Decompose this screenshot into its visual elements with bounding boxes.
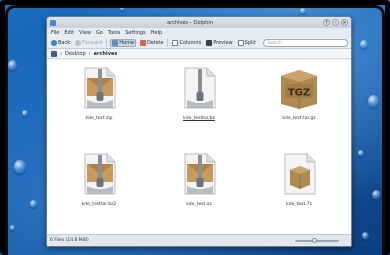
menu-help[interactable]: Help bbox=[151, 30, 162, 36]
water-drop bbox=[358, 150, 364, 157]
water-drop bbox=[30, 200, 37, 208]
toolbar-separator bbox=[167, 38, 169, 47]
columns-button[interactable]: Columns bbox=[171, 39, 202, 46]
zoom-slider[interactable] bbox=[295, 238, 339, 243]
water-drop bbox=[10, 225, 15, 231]
title-bar[interactable]: archives – Dolphin ? – × bbox=[47, 17, 351, 28]
status-bar: 6 Files (14,8 MiB) bbox=[47, 234, 351, 246]
split-label: Split bbox=[244, 39, 256, 46]
zipper-archive-icon bbox=[184, 153, 216, 195]
file-view[interactable]: kde_test.zip kde_testtar.bz TGZ kde_test… bbox=[47, 60, 351, 236]
file-name: kde_testtar.bz2 bbox=[81, 202, 117, 207]
close-button[interactable]: × bbox=[341, 19, 348, 26]
back-arrow-icon bbox=[51, 39, 57, 46]
toolbar-separator bbox=[106, 38, 108, 47]
water-drop bbox=[300, 8, 306, 14]
home-icon bbox=[112, 39, 119, 46]
delete-label: Delete bbox=[147, 39, 164, 46]
breadcrumb: › Desktop › archives bbox=[47, 49, 351, 59]
file-item[interactable]: kde_test.7z bbox=[269, 152, 329, 207]
file-name: kde_test.tar.gz bbox=[282, 116, 316, 121]
search-input[interactable]: Search bbox=[262, 38, 348, 47]
dolphin-window: archives – Dolphin ? – × File Edit View … bbox=[46, 16, 352, 247]
file-item[interactable]: kde_test.zip bbox=[69, 66, 129, 121]
zipper-archive-icon bbox=[84, 67, 116, 109]
breadcrumb-separator: › bbox=[88, 50, 91, 57]
split-button[interactable]: Split bbox=[237, 39, 257, 46]
preview-icon bbox=[206, 39, 213, 46]
menu-go[interactable]: Go bbox=[96, 30, 103, 36]
home-button[interactable]: Home bbox=[110, 38, 137, 47]
zipper-archive-icon bbox=[84, 153, 116, 195]
menu-tools[interactable]: Tools bbox=[108, 30, 120, 36]
zipper-archive-icon bbox=[184, 67, 216, 109]
menu-edit[interactable]: Edit bbox=[64, 30, 74, 36]
preview-button[interactable]: Preview bbox=[205, 39, 233, 46]
file-name: kde_test.xz bbox=[186, 202, 212, 207]
water-drop bbox=[372, 190, 381, 200]
zoom-slider-handle[interactable] bbox=[312, 238, 318, 243]
tgz-badge: TGZ bbox=[288, 88, 310, 99]
toolbar: Back Forward Home Delete Columns Preview… bbox=[47, 37, 351, 49]
file-name: kde_testtar.bz bbox=[183, 116, 215, 121]
breadcrumb-back-icon[interactable] bbox=[51, 50, 57, 57]
breadcrumb-separator: › bbox=[60, 50, 62, 57]
back-button[interactable]: Back bbox=[50, 39, 71, 46]
delete-button[interactable]: Delete bbox=[139, 39, 164, 46]
back-label: Back bbox=[58, 39, 71, 46]
water-drop bbox=[14, 160, 26, 174]
file-name: kde_test.7z bbox=[286, 202, 312, 207]
forward-arrow-icon bbox=[75, 39, 82, 46]
breadcrumb-archives[interactable]: archives bbox=[94, 51, 118, 57]
water-drop bbox=[368, 95, 379, 108]
box-file-icon bbox=[284, 153, 316, 195]
menu-view[interactable]: View bbox=[79, 30, 91, 36]
water-drop bbox=[360, 40, 368, 49]
status-text: 6 Files (14,8 MiB) bbox=[50, 238, 89, 243]
menu-bar: File Edit View Go Tools Settings Help bbox=[47, 28, 351, 37]
file-item[interactable]: kde_testtar.bz bbox=[169, 66, 229, 121]
delete-icon bbox=[140, 39, 147, 46]
help-button[interactable]: ? bbox=[323, 19, 330, 26]
menu-settings[interactable]: Settings bbox=[125, 30, 146, 36]
file-name: kde_test.zip bbox=[85, 116, 113, 121]
water-drop bbox=[8, 60, 17, 71]
split-icon bbox=[237, 39, 244, 46]
menu-file[interactable]: File bbox=[51, 30, 59, 36]
minimize-button[interactable]: – bbox=[332, 19, 339, 26]
breadcrumb-desktop[interactable]: Desktop bbox=[65, 51, 86, 57]
water-drop bbox=[120, 6, 125, 11]
preview-label: Preview bbox=[213, 39, 233, 46]
water-drop bbox=[22, 110, 28, 117]
file-item[interactable]: TGZ kde_test.tar.gz bbox=[269, 66, 329, 121]
columns-icon bbox=[172, 39, 179, 46]
home-label: Home bbox=[119, 39, 135, 46]
tgz-box-icon: TGZ bbox=[281, 70, 317, 109]
file-item[interactable]: kde_test.xz bbox=[169, 152, 229, 207]
file-item[interactable]: kde_testtar.bz2 bbox=[69, 152, 129, 207]
forward-label: Forward bbox=[82, 39, 103, 46]
window-title: archives – Dolphin bbox=[167, 19, 213, 26]
forward-button[interactable]: Forward bbox=[74, 39, 103, 46]
water-drop bbox=[362, 232, 369, 240]
columns-label: Columns bbox=[179, 39, 202, 46]
dolphin-app-icon bbox=[50, 19, 56, 26]
